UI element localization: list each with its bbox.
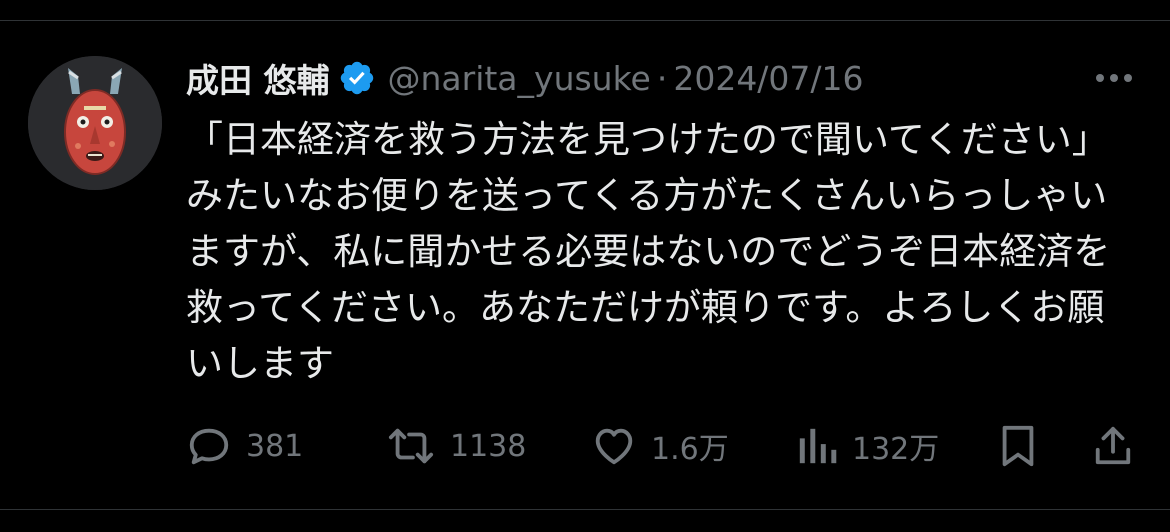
- analytics-icon: [799, 428, 837, 464]
- tweet-header: 成田 悠輔 @narita_yusuke · 2024/07/16: [186, 52, 864, 104]
- bookmark-button[interactable]: [998, 420, 1038, 472]
- more-options-icon[interactable]: [1090, 60, 1138, 96]
- mask-avatar-icon: [28, 56, 162, 190]
- reply-button[interactable]: 381: [186, 420, 303, 472]
- views-button[interactable]: 132万: [796, 420, 939, 472]
- divider-top: [0, 20, 1170, 21]
- bookmark-icon: [1002, 425, 1034, 467]
- separator-dot: ·: [656, 58, 668, 98]
- author-handle[interactable]: @narita_yusuke: [388, 59, 651, 98]
- divider-bottom: [0, 509, 1170, 510]
- repost-icon: [388, 428, 434, 464]
- author-display-name[interactable]: 成田 悠輔: [186, 54, 330, 102]
- view-count: 132万: [852, 432, 940, 467]
- avatar[interactable]: [28, 56, 162, 190]
- reply-count: 381: [246, 428, 304, 464]
- tweet-text: 「日本経済を救う方法を見つけたので聞いてください」みたいなお便りを送ってくる方が…: [186, 118, 1111, 385]
- heart-icon: [595, 428, 633, 465]
- share-icon: [1095, 426, 1131, 465]
- like-count: 1.6万: [651, 432, 729, 467]
- verified-badge-icon: [338, 59, 376, 97]
- like-button[interactable]: 1.6万: [591, 420, 729, 472]
- reply-icon: [189, 428, 229, 465]
- action-bar: 381 1138 1.6万 132万: [186, 420, 1146, 472]
- share-button[interactable]: [1092, 420, 1134, 472]
- repost-count: 1138: [450, 428, 527, 464]
- repost-button[interactable]: 1138: [386, 420, 526, 472]
- tweet-date[interactable]: 2024/07/16: [673, 59, 863, 98]
